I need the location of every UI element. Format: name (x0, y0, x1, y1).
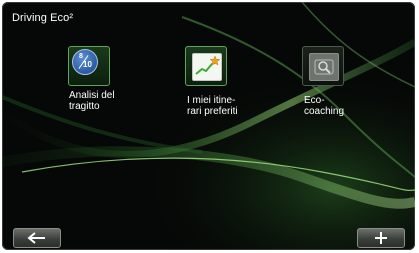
chart-star-icon (192, 53, 222, 81)
page-title: Driving Eco² (12, 12, 74, 24)
add-button[interactable] (357, 228, 405, 248)
plus-icon (375, 232, 387, 244)
menu-item-label-eco-coaching[interactable]: Eco- coaching (304, 95, 384, 117)
magnifier-icon (309, 53, 339, 81)
back-button[interactable] (13, 228, 61, 248)
menu-item-itinerari-preferiti[interactable] (185, 46, 227, 86)
background-waves (2, 2, 415, 250)
menu-item-eco-coaching[interactable] (302, 46, 344, 86)
menu-item-label-itinerari[interactable]: I miei itine- rari preferiti (187, 95, 267, 117)
screen-frame: Driving Eco² 8 10 Analisi del tragitto I… (2, 2, 415, 250)
menu-item-analisi-tragitto[interactable]: 8 10 (68, 46, 110, 86)
score-badge-icon: 8 10 (72, 49, 98, 75)
back-arrow-icon (27, 232, 45, 244)
menu-item-label-analisi[interactable]: Analisi del tragitto (69, 90, 149, 112)
